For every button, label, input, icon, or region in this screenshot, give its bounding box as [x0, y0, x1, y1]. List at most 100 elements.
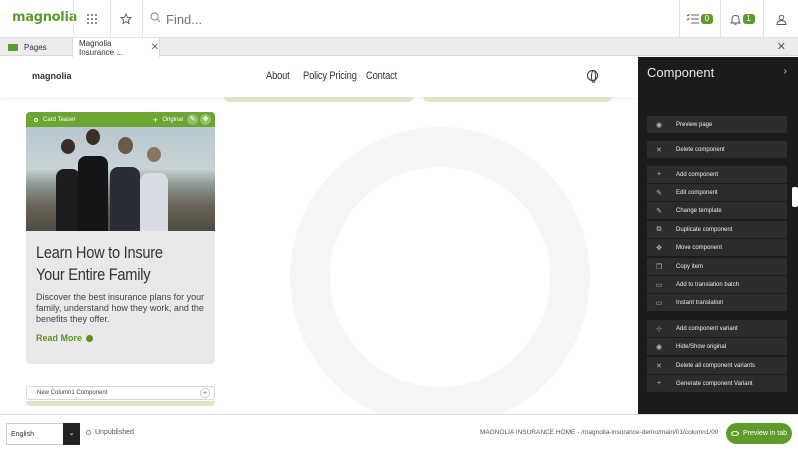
- action-edit-component[interactable]: ✎ Edit component: [647, 184, 787, 201]
- user-menu-button[interactable]: [764, 0, 798, 38]
- nav-link-contact[interactable]: Contact: [366, 70, 397, 82]
- copy-icon: ❐: [655, 263, 663, 271]
- eye-icon: ◉: [655, 343, 663, 351]
- action-add-component-variant[interactable]: ⊹ Add component variant: [647, 320, 787, 337]
- site-navigation: magnolia About Policy Pricing Contact: [0, 57, 638, 97]
- preview-in-tab-button[interactable]: Preview in tab: [726, 423, 792, 444]
- action-label: Duplicate component: [676, 226, 733, 233]
- add-icon[interactable]: +: [153, 115, 158, 125]
- status-bar: English ⌄ Unpublished MAGNOLIA INSURANCE…: [0, 414, 798, 454]
- action-label: Delete component: [676, 146, 725, 153]
- action-delete-all-variants[interactable]: ✕ Delete all component variants: [647, 357, 787, 374]
- variant-add-icon: ⊹: [656, 325, 662, 333]
- favorites-button[interactable]: [111, 0, 141, 38]
- component-label: Card Teaser: [43, 116, 76, 123]
- tab-bar: Pages Magnolia Insurance ... ✕ ✕: [0, 38, 798, 57]
- app-header: magnolia 0 1: [0, 0, 798, 38]
- action-label: Edit component: [676, 189, 718, 196]
- nav-link-about[interactable]: About: [266, 70, 290, 82]
- component-placeholder: [224, 97, 413, 102]
- translate-icon: ▭: [655, 299, 663, 307]
- component-toolbar[interactable]: Card Teaser + Original ✎ ✥: [26, 112, 215, 127]
- status-dot-icon: [86, 430, 91, 435]
- panel-title: Component: [647, 65, 715, 80]
- photo-figure: [140, 173, 168, 231]
- notifications-button[interactable]: 1: [721, 0, 763, 38]
- component-placeholder: [423, 97, 612, 102]
- preview-button-label: Preview in tab: [743, 430, 787, 437]
- action-label: Delete all component variants: [676, 362, 756, 369]
- photo-figure: [56, 169, 80, 231]
- action-change-template[interactable]: ✎ Change template: [647, 202, 787, 219]
- translate-icon: ▭: [655, 281, 663, 289]
- collapse-panel-icon[interactable]: ›: [784, 66, 787, 77]
- magnolia-logo[interactable]: magnolia: [12, 10, 77, 25]
- card-title: Learn How to Insure Your Entire Family: [36, 243, 163, 284]
- move-icon: ✥: [656, 244, 662, 252]
- pencil-icon: ✎: [656, 189, 662, 197]
- nav-link-policy-pricing[interactable]: Policy Pricing: [303, 70, 357, 82]
- arrow-circle-icon: [86, 334, 94, 342]
- close-icon: ✕: [656, 146, 662, 154]
- tab-magnolia-insurance[interactable]: Magnolia Insurance ... ✕: [72, 38, 160, 57]
- move-icon[interactable]: ✥: [200, 114, 211, 125]
- duplicate-icon: ⧉: [656, 225, 662, 233]
- close-icon: ✕: [656, 362, 662, 370]
- edit-icon[interactable]: ✎: [187, 114, 198, 125]
- plus-icon: +: [656, 380, 662, 387]
- action-move-component[interactable]: ✥ Move component: [647, 239, 787, 256]
- family-photo: [26, 127, 215, 231]
- new-component-area[interactable]: New Column1 Component +: [26, 386, 215, 400]
- action-label: Add component variant: [676, 325, 738, 332]
- bell-icon: [729, 14, 741, 25]
- plus-icon: +: [656, 171, 662, 178]
- action-add-to-translation-batch[interactable]: ▭ Add to translation batch: [647, 276, 787, 293]
- original-label: Original: [162, 116, 183, 123]
- language-value: English: [11, 430, 34, 438]
- action-label: Copy item: [676, 263, 704, 270]
- language-select[interactable]: English ⌄: [6, 423, 80, 445]
- photo-figure: [110, 167, 140, 231]
- action-label: Change template: [676, 207, 722, 214]
- grid-icon: [87, 14, 97, 24]
- action-preview-page[interactable]: ◉ Preview page: [647, 116, 787, 133]
- search-bar[interactable]: [150, 8, 670, 30]
- page-path: MAGNOLIA INSURANCE HOME - /magnolia-insu…: [480, 429, 719, 436]
- close-tab-icon[interactable]: ✕: [151, 42, 159, 53]
- add-component-icon[interactable]: +: [200, 388, 210, 398]
- component-placeholder: [26, 401, 215, 406]
- action-label: Add to translation batch: [676, 281, 740, 288]
- action-label: Instant translation: [676, 299, 724, 306]
- action-duplicate-component[interactable]: ⧉ Duplicate component: [647, 221, 787, 238]
- action-instant-translation[interactable]: ▭ Instant translation: [647, 294, 787, 311]
- publication-status: Unpublished: [86, 429, 134, 436]
- close-all-icon[interactable]: ✕: [777, 40, 786, 53]
- search-input[interactable]: [166, 11, 646, 27]
- globe-icon[interactable]: [587, 70, 598, 83]
- photo-figure: [118, 137, 133, 154]
- tasks-count-badge: 0: [701, 14, 713, 24]
- card-description: Discover the best insurance plans for yo…: [36, 292, 205, 324]
- chevron-down-icon[interactable]: ⌄: [63, 423, 80, 445]
- eye-icon: [731, 431, 740, 436]
- panel-resize-handle[interactable]: [792, 187, 798, 207]
- action-delete-component[interactable]: ✕ Delete component: [647, 141, 787, 158]
- action-copy-item[interactable]: ❐ Copy item: [647, 258, 787, 275]
- photo-figure: [61, 139, 75, 154]
- action-label: Move component: [676, 244, 723, 251]
- card-teaser[interactable]: Card Teaser + Original ✎ ✥ Learn How to …: [26, 112, 215, 364]
- eye-icon: ◉: [655, 121, 663, 129]
- status-label: Unpublished: [95, 429, 134, 436]
- divider: [142, 0, 143, 38]
- page-preview: magnolia About Policy Pricing Contact Ca…: [0, 57, 638, 414]
- action-add-component[interactable]: + Add component: [647, 166, 787, 183]
- action-hide-show-original[interactable]: ◉ Hide/Show original: [647, 338, 787, 355]
- read-more-link[interactable]: Read More: [36, 333, 94, 343]
- user-icon: [776, 14, 786, 25]
- app-launcher-button[interactable]: [74, 0, 110, 38]
- tab-pages[interactable]: Pages: [8, 38, 72, 56]
- tasks-button[interactable]: 0: [680, 0, 720, 38]
- site-logo[interactable]: magnolia: [32, 71, 72, 81]
- notifications-count-badge: 1: [742, 14, 755, 24]
- action-generate-component-variant[interactable]: + Generate component Variant: [647, 375, 787, 392]
